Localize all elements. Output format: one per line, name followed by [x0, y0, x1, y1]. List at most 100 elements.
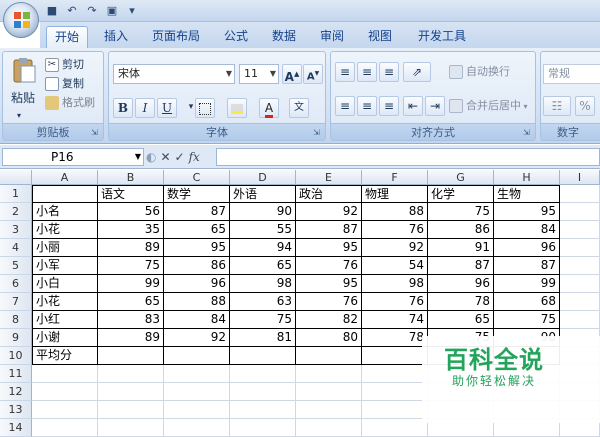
cell[interactable]: 56: [98, 203, 164, 221]
cell[interactable]: 65: [230, 257, 296, 275]
copy-button[interactable]: 复制: [45, 76, 84, 92]
name-box[interactable]: P16 ▼: [2, 148, 144, 166]
row-header[interactable]: 10: [0, 347, 32, 365]
row-header[interactable]: 3: [0, 221, 32, 239]
cell[interactable]: [32, 383, 98, 401]
cell[interactable]: [32, 401, 98, 419]
merge-center-button[interactable]: 合并后居中 ▾: [449, 98, 528, 115]
clipboard-launcher-icon[interactable]: ⇲: [91, 128, 100, 137]
cell[interactable]: 94: [230, 239, 296, 257]
row-header[interactable]: 2: [0, 203, 32, 221]
cell[interactable]: 98: [230, 275, 296, 293]
row-header[interactable]: 12: [0, 383, 32, 401]
cell[interactable]: 平均分: [32, 347, 98, 365]
cell[interactable]: [560, 239, 600, 257]
cell[interactable]: 83: [98, 311, 164, 329]
cell[interactable]: 87: [164, 203, 230, 221]
cell[interactable]: 55: [230, 221, 296, 239]
font-name-combo[interactable]: 宋体 ▼: [113, 64, 235, 84]
cell[interactable]: 75: [230, 311, 296, 329]
align-bottom-button[interactable]: ≡: [379, 62, 399, 82]
cell[interactable]: [98, 419, 164, 437]
insert-function-button[interactable]: fx: [189, 150, 200, 164]
cell[interactable]: 63: [230, 293, 296, 311]
cell[interactable]: 90: [230, 203, 296, 221]
cell[interactable]: [164, 383, 230, 401]
cell[interactable]: 99: [494, 275, 560, 293]
column-header[interactable]: F: [362, 170, 428, 185]
cell[interactable]: 80: [296, 329, 362, 347]
cell[interactable]: 88: [164, 293, 230, 311]
cell[interactable]: 语文: [98, 185, 164, 203]
office-button[interactable]: [3, 2, 39, 38]
cell[interactable]: 75: [98, 257, 164, 275]
cell[interactable]: [560, 203, 600, 221]
redo-icon[interactable]: ↷: [84, 3, 100, 19]
expand-icon[interactable]: ◐: [146, 150, 156, 164]
cell[interactable]: [362, 347, 428, 365]
cell[interactable]: 54: [362, 257, 428, 275]
cell[interactable]: 35: [98, 221, 164, 239]
cell[interactable]: [296, 419, 362, 437]
column-header[interactable]: A: [32, 170, 98, 185]
row-header[interactable]: 5: [0, 257, 32, 275]
italic-button[interactable]: I: [135, 98, 155, 118]
cell[interactable]: [560, 221, 600, 239]
save-icon[interactable]: ■: [44, 3, 60, 19]
cell[interactable]: [560, 311, 600, 329]
font-launcher-icon[interactable]: ⇲: [313, 128, 322, 137]
cell[interactable]: [296, 383, 362, 401]
tab-formulas[interactable]: 公式: [216, 26, 256, 48]
row-header[interactable]: 14: [0, 419, 32, 437]
cell[interactable]: 92: [164, 329, 230, 347]
column-header[interactable]: B: [98, 170, 164, 185]
cell[interactable]: 95: [494, 203, 560, 221]
cell[interactable]: [560, 185, 600, 203]
cell[interactable]: [296, 401, 362, 419]
cell[interactable]: [32, 365, 98, 383]
cell[interactable]: [164, 365, 230, 383]
accounting-format-button[interactable]: ☷: [543, 96, 571, 116]
cell[interactable]: 74: [362, 311, 428, 329]
cell[interactable]: 物理: [362, 185, 428, 203]
cell[interactable]: [164, 347, 230, 365]
cell[interactable]: [230, 401, 296, 419]
cell[interactable]: 88: [362, 203, 428, 221]
cell[interactable]: [296, 347, 362, 365]
cell[interactable]: 68: [494, 293, 560, 311]
cell[interactable]: 87: [494, 257, 560, 275]
formula-input[interactable]: [216, 148, 600, 166]
cell[interactable]: [560, 293, 600, 311]
row-header[interactable]: 7: [0, 293, 32, 311]
cell[interactable]: 小丽: [32, 239, 98, 257]
cell[interactable]: [560, 257, 600, 275]
cell[interactable]: [230, 383, 296, 401]
cell[interactable]: 生物: [494, 185, 560, 203]
font-size-combo[interactable]: 11 ▼: [239, 64, 279, 84]
tab-developer[interactable]: 开发工具: [410, 26, 474, 48]
row-header[interactable]: 11: [0, 365, 32, 383]
cell[interactable]: 99: [98, 275, 164, 293]
cell[interactable]: 76: [296, 293, 362, 311]
cell[interactable]: 96: [428, 275, 494, 293]
cell[interactable]: 化学: [428, 185, 494, 203]
decrease-indent-button[interactable]: ⇤: [403, 96, 423, 116]
cell[interactable]: 92: [296, 203, 362, 221]
cut-button[interactable]: ✂ 剪切: [45, 57, 84, 73]
cell[interactable]: 75: [428, 203, 494, 221]
font-color-button[interactable]: A: [259, 98, 279, 118]
cell[interactable]: 78: [428, 293, 494, 311]
customize-qat-icon[interactable]: ▾: [124, 3, 140, 19]
cell[interactable]: 小花: [32, 221, 98, 239]
increase-indent-button[interactable]: ⇥: [425, 96, 445, 116]
number-format-combo[interactable]: 常规: [543, 64, 600, 84]
column-header[interactable]: D: [230, 170, 296, 185]
cell[interactable]: [32, 185, 98, 203]
select-all-corner[interactable]: [0, 170, 32, 185]
cell[interactable]: 小白: [32, 275, 98, 293]
tab-page-layout[interactable]: 页面布局: [144, 26, 208, 48]
cell[interactable]: 84: [494, 221, 560, 239]
fill-color-button[interactable]: [227, 98, 247, 118]
cell[interactable]: 小花: [32, 293, 98, 311]
align-right-button[interactable]: ≡: [379, 96, 399, 116]
